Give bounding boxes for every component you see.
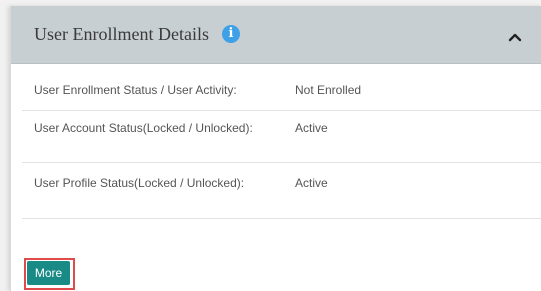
- detail-value: Not Enrolled: [295, 83, 362, 97]
- detail-value: Active: [295, 121, 328, 135]
- detail-row-account-status: User Account Status(Locked / Unlocked): …: [22, 111, 541, 163]
- user-enrollment-panel: User Enrollment Details i User Enrollmen…: [10, 6, 541, 291]
- panel-header[interactable]: User Enrollment Details i: [11, 6, 541, 64]
- detail-value: Active: [295, 176, 328, 190]
- info-icon[interactable]: i: [222, 25, 240, 43]
- detail-label: User Profile Status(Locked / Unlocked):: [34, 176, 245, 190]
- detail-row-profile-status: User Profile Status(Locked / Unlocked): …: [22, 163, 541, 219]
- detail-label: User Enrollment Status / User Activity:: [34, 83, 237, 97]
- panel-title: User Enrollment Details: [34, 24, 209, 44]
- more-button[interactable]: More: [27, 261, 70, 285]
- chevron-up-icon[interactable]: [508, 30, 522, 44]
- detail-label: User Account Status(Locked / Unlocked):: [34, 121, 253, 135]
- detail-row-enrollment-status: User Enrollment Status / User Activity: …: [22, 64, 541, 111]
